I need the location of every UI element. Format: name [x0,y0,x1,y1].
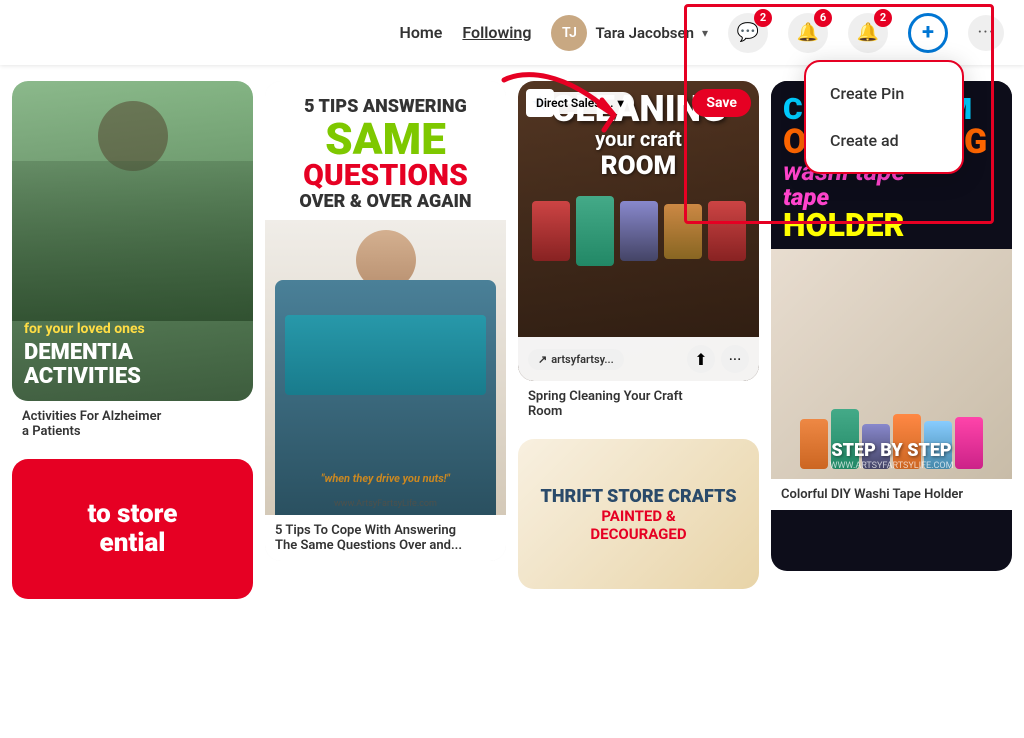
board-name: Direct Sales ... [536,96,614,110]
website-text: WWW.ARTSYFARTSYLIFE.COM [771,461,1012,471]
board-chevron-icon: ▾ [618,96,624,110]
step-text: STEP BY STEP [771,440,1012,461]
add-button[interactable]: + [908,13,948,53]
craft-holder: holder [783,209,1000,241]
nav-home[interactable]: Home [400,23,443,42]
notifications-button[interactable]: 🔔 6 [788,13,828,53]
dropdown-menu: Create Pin Create ad [804,60,964,174]
user-name: Tara Jacobsen [595,24,694,42]
arrow-icon: ↗ [538,353,547,366]
pin-card-5tips[interactable]: 5 TIPS ANSWERING SAME QUESTIONS OVER & O… [265,81,506,561]
nav-following[interactable]: Following [462,23,531,42]
updates-button[interactable]: 🔔 2 [848,13,888,53]
source-tag[interactable]: ↗ artsyfartsy... [528,349,624,370]
messages-button[interactable]: 💬 2 [728,13,768,53]
dementia-caption2: a Patients [22,424,243,439]
dementia-title1: DEMENTIA [24,341,241,365]
dementia-title2: ACTIVITIES [24,365,241,389]
chevron-down-icon: ▾ [702,26,708,40]
pin-card-store[interactable]: to store ential [12,459,253,599]
pin-card-dementia[interactable]: for your loved ones DEMENTIA ACTIVITIES … [12,81,253,447]
create-pin-item[interactable]: Create Pin [806,70,962,117]
tips-caption1: 5 Tips To Cope With Answering [275,523,496,538]
share-icon[interactable]: ⬆ [687,345,715,373]
spring-sub-text: your craft [528,127,749,151]
pin-column-2: 5 TIPS ANSWERING SAME QUESTIONS OVER & O… [265,81,506,722]
pin-card-thrift[interactable]: THRIFT STORE CRAFTS PAINTED & DECOURAGED [518,439,759,589]
spring-sub-text2: ROOM [528,151,749,181]
tips-questions: QUESTIONS [279,161,492,191]
dementia-caption1: Activities For Alzheimer [22,409,243,424]
pin-column-1: for your loved ones DEMENTIA ACTIVITIES … [12,81,253,722]
messages-badge: 2 [754,9,772,27]
craft-caption: Colorful DIY Washi Tape Holder [781,487,1002,502]
notifications-badge: 6 [814,9,832,27]
dementia-subtitle: for your loved ones [24,321,241,337]
board-selector[interactable]: Direct Sales ... ▾ [526,92,634,114]
thrift-title: THRIFT STORE CRAFTS [541,486,737,507]
save-button[interactable]: Save [692,89,751,117]
tips-watermark: www.ArtsyFartsyLife.com [265,499,506,509]
more-icon[interactable]: ··· [721,345,749,373]
spring-caption1: Spring Cleaning Your Craft [528,389,749,404]
source-name: artsyfartsy... [551,353,614,366]
store-text: to store ential [88,500,178,557]
tips-caption2: The Same Questions Over and... [275,538,496,553]
spring-caption2: Room [528,404,749,419]
more-options-button[interactable]: ··· [968,15,1004,51]
create-ad-item[interactable]: Create ad [806,117,962,164]
tips-same: SAME [279,117,492,161]
pin-card-spring[interactable]: CLEANING your craft ROOM Direct Sales ..… [518,81,759,427]
tips-over: OVER & OVER AGAIN [279,191,492,213]
avatar: TJ [551,15,587,51]
updates-badge: 2 [874,9,892,27]
navbar: Home Following TJ Tara Jacobsen ▾ 💬 2 🔔 … [0,0,1024,65]
pin-column-3: CLEANING your craft ROOM Direct Sales ..… [518,81,759,722]
thrift-sub2: DECOURAGED [541,525,737,543]
pin-column-4: CRAFT ROOM ORGANIZING washi tape tape ho… [771,81,1012,722]
thrift-sub: PAINTED & [541,507,737,525]
user-profile[interactable]: TJ Tara Jacobsen ▾ [551,15,708,51]
